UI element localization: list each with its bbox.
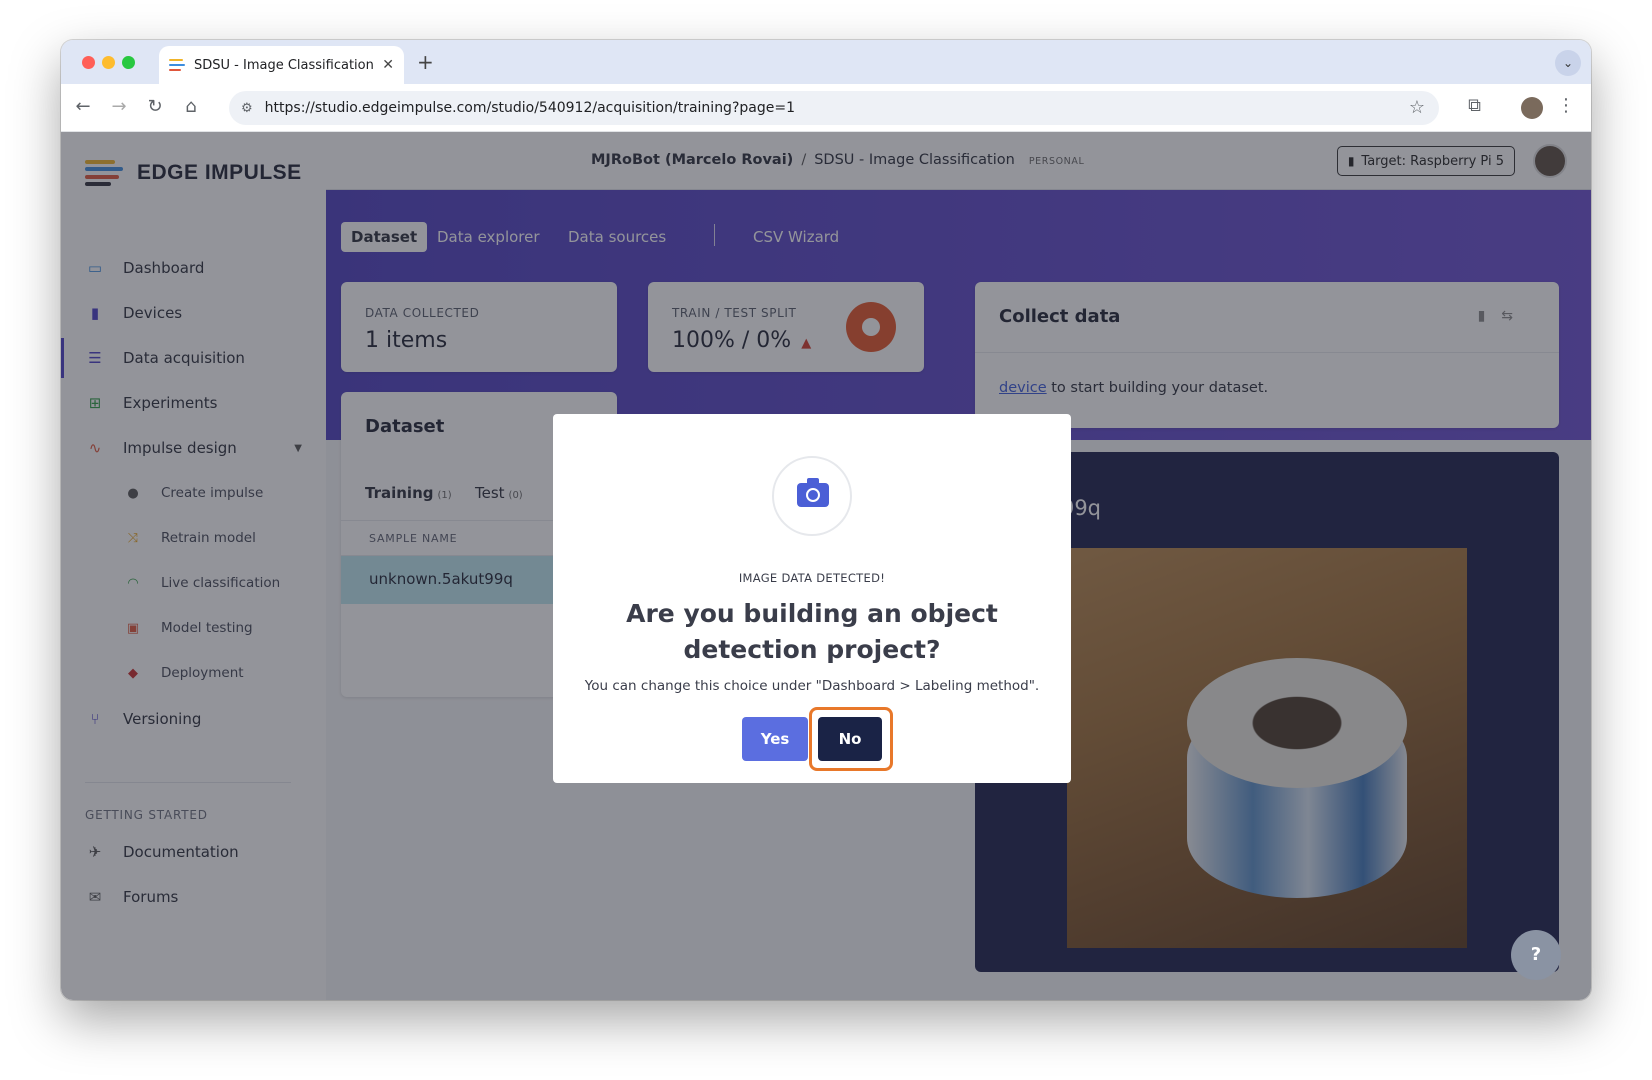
help-question-icon[interactable]: ? — [1511, 930, 1561, 980]
yes-button[interactable]: Yes — [742, 717, 808, 761]
back-arrow-icon[interactable]: ← — [71, 96, 95, 117]
dialog-note: You can change this choice under "Dashbo… — [584, 678, 1040, 694]
site-settings-icon[interactable]: ⚙ — [241, 101, 253, 116]
new-tab-button[interactable]: + — [417, 50, 434, 74]
minimize-window-button[interactable] — [102, 56, 115, 69]
dialog-kicker: IMAGE DATA DETECTED! — [738, 571, 886, 585]
forward-arrow-icon[interactable]: → — [107, 96, 131, 117]
close-window-button[interactable] — [82, 56, 95, 69]
url-text: https://studio.edgeimpulse.com/studio/54… — [264, 100, 795, 116]
close-tab-icon[interactable]: ✕ — [382, 57, 394, 73]
browser-toolbar: ← → ↻ ⌂ ⚙ https://studio.edgeimpulse.com… — [61, 84, 1591, 132]
home-icon[interactable]: ⌂ — [179, 96, 203, 117]
tab-strip: SDSU - Image Classification ✕ + ⌄ — [61, 40, 1591, 84]
tab-title: SDSU - Image Classification — [194, 57, 374, 73]
browser-profile-avatar[interactable] — [1521, 97, 1543, 119]
camera-icon — [797, 478, 829, 507]
extensions-puzzle-icon[interactable]: ⧉ — [1468, 95, 1481, 116]
camera-icon-circle — [772, 456, 852, 536]
edge-impulse-favicon-icon — [169, 59, 185, 71]
browser-tab[interactable]: SDSU - Image Classification ✕ — [159, 46, 404, 84]
tab-search-chevron-icon[interactable]: ⌄ — [1555, 50, 1581, 76]
reload-icon[interactable]: ↻ — [143, 96, 167, 117]
bookmark-star-icon[interactable]: ☆ — [1409, 97, 1425, 118]
edge-impulse-app: EDGE IMPULSE ▭ Dashboard ▮ Devices ☰ Dat… — [61, 132, 1591, 1000]
no-button[interactable]: No — [818, 717, 882, 761]
browser-menu-icon[interactable]: ⋮ — [1557, 95, 1575, 116]
browser-window: SDSU - Image Classification ✕ + ⌄ ← → ↻ … — [61, 40, 1591, 1000]
address-bar[interactable]: ⚙ https://studio.edgeimpulse.com/studio/… — [229, 91, 1439, 125]
dialog-title: Are you building an object detection pro… — [626, 599, 998, 664]
maximize-window-button[interactable] — [122, 56, 135, 69]
labeling-method-dialog: IMAGE DATA DETECTED! Are you building an… — [553, 414, 1071, 783]
